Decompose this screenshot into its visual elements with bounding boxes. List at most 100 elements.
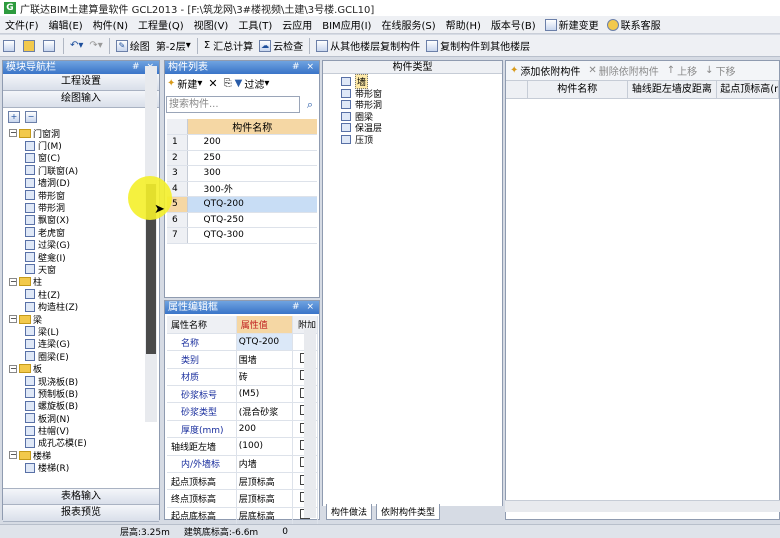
component-name-cell[interactable]: QTQ-200	[187, 196, 317, 213]
new-component-button[interactable]: ✦ 新建 ▾	[167, 76, 202, 91]
property-value[interactable]: (M5)	[236, 385, 294, 404]
undo-button[interactable]: ↶▾	[67, 37, 86, 55]
collapse-icon[interactable]: −	[9, 451, 17, 460]
collapse-icon[interactable]: −	[9, 364, 17, 373]
tree-folder[interactable]: − 柱	[3, 276, 149, 288]
component-type-item[interactable]: 压顶	[323, 134, 502, 146]
component-name-cell[interactable]: 300	[187, 165, 317, 182]
property-row[interactable]: 起点顶标高 层顶标高	[167, 472, 318, 491]
contact-support-button[interactable]: 联系客服	[603, 17, 665, 32]
collapse-icon[interactable]: −	[9, 315, 17, 324]
component-type-item[interactable]: 保温层	[323, 122, 502, 134]
nav-draw-input-button[interactable]: 绘图输入	[3, 91, 159, 108]
menu-item[interactable]: 视图(V)	[189, 17, 234, 32]
tree-folder[interactable]: − 楼梯	[3, 449, 149, 462]
attached-horizontal-scrollbar[interactable]	[505, 500, 780, 512]
copy-to-floor-button[interactable]: 复制构件到其他楼层	[423, 37, 533, 55]
table-row[interactable]: 7 QTQ-300	[167, 227, 317, 244]
tree-item[interactable]: 柱帽(V)	[3, 424, 149, 437]
tree-item[interactable]: 天窗	[3, 263, 149, 276]
new-change-button[interactable]: 新建变更	[541, 17, 603, 32]
redo-button[interactable]: ↷▾	[86, 37, 105, 55]
tree-item[interactable]: 飘窗(X)	[3, 214, 149, 226]
collapse-icon[interactable]: −	[9, 277, 17, 286]
component-type-item[interactable]: 带形窗	[323, 88, 502, 100]
nav-table-input-button[interactable]: 表格输入	[3, 488, 159, 505]
property-value[interactable]: 内墙	[236, 455, 294, 474]
component-search-input[interactable]: 搜索构件...	[166, 96, 300, 113]
tree-item[interactable]: 现浇板(B)	[3, 375, 149, 388]
tree-item[interactable]: 墙洞(D)	[3, 177, 149, 189]
property-value[interactable]: (混合砂浆	[236, 402, 294, 421]
component-name-cell[interactable]: QTQ-250	[187, 212, 317, 228]
tree-item[interactable]: 楼梯(R)	[3, 462, 149, 474]
component-type-item[interactable]: 圈梁	[323, 111, 502, 123]
column-header[interactable]: 起点顶标高(m	[717, 81, 779, 98]
pin-close-icon[interactable]: # ×	[292, 301, 319, 314]
menu-item[interactable]: 工具(T)	[233, 17, 277, 32]
floor-select[interactable]: 第-2层 ▾	[153, 37, 194, 55]
move-down-button[interactable]: ↓ 下移	[701, 63, 739, 78]
menu-item[interactable]: BIM应用(I)	[317, 17, 376, 32]
column-header[interactable]: 轴线距左墙皮距离	[628, 81, 718, 98]
table-row[interactable]: 3 300	[167, 165, 317, 182]
menu-item[interactable]: 在线服务(S)	[376, 17, 440, 32]
property-row[interactable]: 轴线距左墙 (100)	[167, 437, 318, 456]
property-value[interactable]: 层顶标高	[236, 472, 294, 491]
property-value[interactable]: 砖	[236, 368, 294, 387]
property-row[interactable]: 内/外墙标 内墙	[167, 455, 318, 474]
tree-item[interactable]: 构造柱(Z)	[3, 300, 149, 313]
sum-calc-button[interactable]: Σ 汇总计算	[201, 37, 256, 55]
tree-item[interactable]: 板洞(N)	[3, 412, 149, 425]
expand-all-icon[interactable]: +	[8, 110, 20, 123]
nav-report-preview-button[interactable]: 报表预览	[3, 505, 159, 522]
tab-component-method[interactable]: 构件做法	[326, 504, 373, 520]
tree-folder[interactable]: − 梁	[3, 313, 149, 326]
tree-item[interactable]: 过梁(G)	[3, 239, 149, 251]
property-value[interactable]: QTQ-200	[236, 333, 294, 352]
property-scrollbar[interactable]	[304, 328, 316, 518]
pin-close-icon[interactable]: # ×	[292, 61, 319, 74]
column-header[interactable]: 构件名称	[187, 119, 317, 135]
tab-attached-type[interactable]: 依附构件类型	[376, 504, 441, 520]
search-icon[interactable]: ⌕	[302, 96, 318, 113]
property-row[interactable]: 名称 QTQ-200	[167, 333, 318, 352]
component-type-item[interactable]: 带形洞	[323, 99, 502, 111]
nav-scrollbar[interactable]	[145, 66, 157, 422]
menu-item[interactable]: 云应用	[277, 17, 317, 32]
table-row[interactable]: 6 QTQ-250	[167, 212, 317, 228]
property-row[interactable]: 终点顶标高 层顶标高	[167, 489, 318, 508]
tree-item[interactable]: 带形洞	[3, 201, 149, 214]
tree-item[interactable]: 螺旋板(B)	[3, 400, 149, 412]
component-name-cell[interactable]: 300-外	[187, 181, 317, 197]
component-name-cell[interactable]: 250	[187, 150, 317, 166]
property-row[interactable]: 砂浆类型 (混合砂浆	[167, 402, 318, 421]
property-row[interactable]: 类别 围墙	[167, 350, 318, 369]
menu-item[interactable]: 工程量(Q)	[133, 17, 189, 32]
cloud-check-button[interactable]: ☁ 云检查	[256, 37, 306, 55]
new-file-button[interactable]	[0, 37, 20, 55]
tree-item[interactable]: 门(M)	[3, 139, 149, 152]
tree-item[interactable]: 壁龛(I)	[3, 251, 149, 264]
menu-item[interactable]: 文件(F)	[0, 17, 44, 32]
property-row[interactable]: 材质砖	[167, 368, 318, 387]
tree-item[interactable]: 连梁(G)	[3, 338, 149, 350]
property-row[interactable]: 砂浆标号 (M5)	[167, 385, 318, 404]
tree-item[interactable]: 门联窗(A)	[3, 164, 149, 177]
property-value[interactable]: 层底标高	[236, 507, 294, 526]
filter-button[interactable]: ▼ 过滤 ▾	[235, 76, 270, 91]
open-file-button[interactable]	[20, 37, 40, 55]
nav-project-settings-button[interactable]: 工程设置	[3, 74, 159, 91]
save-button[interactable]	[40, 37, 60, 55]
tree-item[interactable]: 柱(Z)	[3, 288, 149, 301]
property-row[interactable]: 起点底标高 层底标高	[167, 507, 318, 526]
tree-item[interactable]: 窗(C)	[3, 152, 149, 164]
tree-item[interactable]: 梁(L)	[3, 325, 149, 338]
component-name-cell[interactable]: 200	[187, 134, 317, 151]
component-name-cell[interactable]: QTQ-300	[187, 227, 317, 244]
copy-from-floor-button[interactable]: 从其他楼层复制构件	[313, 37, 423, 55]
table-row[interactable]: 2 250	[167, 150, 317, 166]
delete-icon[interactable]: ✕	[208, 77, 217, 90]
tree-folder[interactable]: − 板	[3, 362, 149, 375]
table-row[interactable]: 1 200	[167, 134, 317, 151]
